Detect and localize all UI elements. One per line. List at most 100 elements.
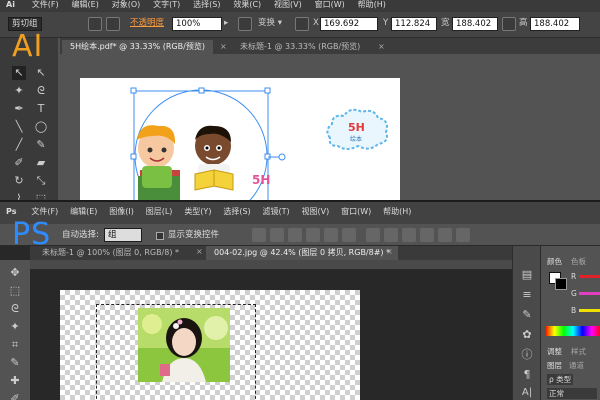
- styles-panel-tab[interactable]: 样式: [571, 346, 586, 357]
- ps-menu-layer[interactable]: 图层(L): [146, 202, 173, 222]
- x-input[interactable]: 169.692: [320, 17, 378, 31]
- ps-menu-filter[interactable]: 滤镜(T): [263, 202, 290, 222]
- history-icon[interactable]: ▤: [520, 268, 534, 282]
- ai-artboard[interactable]: 5H 5H 绘本: [80, 78, 400, 200]
- healing-brush-icon[interactable]: ✚: [8, 374, 22, 388]
- ellipse-tool-icon[interactable]: ◯: [34, 120, 48, 134]
- r-slider[interactable]: [579, 275, 600, 278]
- move-tool-icon[interactable]: ✥: [8, 266, 22, 280]
- ai-transform-link[interactable]: 变换 ▾: [258, 17, 282, 31]
- lasso-icon[interactable]: ᘓ: [34, 84, 48, 98]
- align-top-icon[interactable]: [252, 228, 266, 242]
- blob-brush-icon[interactable]: ✐: [12, 156, 26, 170]
- close-icon[interactable]: ×: [378, 42, 385, 51]
- brush-tool-icon[interactable]: ✎: [34, 138, 48, 152]
- distribute-top-icon[interactable]: [366, 228, 380, 242]
- crop-tool-icon[interactable]: ⌗: [8, 338, 22, 352]
- clone-source-icon[interactable]: ✿: [520, 328, 534, 342]
- distribute-left-icon[interactable]: [420, 228, 434, 242]
- g-slider[interactable]: [579, 292, 600, 295]
- align-left-icon[interactable]: [306, 228, 320, 242]
- isolate-group-icon[interactable]: [88, 17, 102, 31]
- brush-preset-icon[interactable]: ✎: [520, 308, 534, 322]
- b-slider[interactable]: [579, 309, 600, 312]
- ai-menu-object[interactable]: 对象(O): [112, 0, 141, 9]
- layer-kind-filter[interactable]: ρ 类型: [547, 374, 574, 385]
- magic-wand-icon[interactable]: ✦: [12, 84, 26, 98]
- distribute-right-icon[interactable]: [456, 228, 470, 242]
- scale-tool-icon[interactable]: ⤡: [34, 174, 48, 188]
- chevron-right-icon[interactable]: ▸: [224, 17, 228, 31]
- selection-tool-icon[interactable]: ↖: [12, 66, 26, 80]
- kids-reading-illustration[interactable]: 5H 5H 绘本: [80, 78, 400, 200]
- brush-tool-icon[interactable]: ✐: [8, 392, 22, 400]
- ai-tab-5h-pdf[interactable]: 5H绘本.pdf* @ 33.33% (RGB/预览): [62, 40, 213, 54]
- width-tool-icon[interactable]: ⌇: [12, 192, 26, 200]
- auto-select-dropdown[interactable]: 组: [104, 228, 142, 242]
- close-icon[interactable]: ×: [386, 247, 393, 256]
- ai-opacity-input[interactable]: 100%: [172, 17, 222, 31]
- free-transform-icon[interactable]: ⬚: [34, 192, 48, 200]
- ai-menu-type[interactable]: 文字(T): [153, 0, 180, 9]
- align-hcenter-icon[interactable]: [324, 228, 338, 242]
- align-icon[interactable]: [238, 17, 252, 31]
- ps-canvas-area[interactable]: [30, 270, 512, 400]
- background-color-swatch[interactable]: [555, 278, 567, 290]
- ps-tab-untitled[interactable]: 未标题-1 @ 100% (图层 0, RGB/8) *: [34, 246, 187, 260]
- ai-opacity-label[interactable]: 不透明度: [130, 17, 164, 31]
- lasso-tool-icon[interactable]: ᘓ: [8, 302, 22, 316]
- ai-tab-untitled[interactable]: 未标题-1 @ 33.33% (RGB/预览): [232, 40, 368, 54]
- channels-panel-tab[interactable]: 通道: [569, 360, 584, 371]
- ai-menu-edit[interactable]: 编辑(E): [72, 0, 99, 9]
- ai-menu-effect[interactable]: 效果(C): [233, 0, 261, 9]
- rotate-tool-icon[interactable]: ↻: [12, 174, 26, 188]
- ai-menu-file[interactable]: 文件(F): [32, 0, 59, 9]
- paragraph-icon[interactable]: ¶: [520, 368, 534, 382]
- color-spectrum-bar[interactable]: [545, 326, 600, 336]
- color-panel-tab[interactable]: 颜色: [547, 256, 562, 267]
- align-vcenter-icon[interactable]: [270, 228, 284, 242]
- girl-photo-layer[interactable]: [138, 308, 230, 382]
- ps-menu-type[interactable]: 类型(Y): [184, 202, 211, 222]
- swatches-panel-tab[interactable]: 色板: [571, 256, 586, 267]
- quick-select-icon[interactable]: ✦: [8, 320, 22, 334]
- link-proportions-icon[interactable]: [502, 17, 516, 31]
- align-bottom-icon[interactable]: [288, 228, 302, 242]
- distribute-hcenter-icon[interactable]: [438, 228, 452, 242]
- adjustments-panel-tab[interactable]: 调整: [547, 346, 562, 357]
- layers-panel-tab[interactable]: 图层: [547, 360, 562, 371]
- ai-menu-window[interactable]: 窗口(W): [315, 0, 345, 9]
- h-input[interactable]: 188.402: [530, 17, 580, 31]
- blend-mode-select[interactable]: 正常: [547, 388, 597, 399]
- show-transform-checkbox[interactable]: [156, 232, 164, 240]
- eraser-tool-icon[interactable]: ▰: [34, 156, 48, 170]
- y-input[interactable]: 112.824: [391, 17, 437, 31]
- direct-selection-icon[interactable]: ↖: [34, 66, 48, 80]
- ai-menu-help[interactable]: 帮助(H): [358, 0, 386, 9]
- close-icon[interactable]: ×: [196, 247, 203, 256]
- align-right-icon[interactable]: [342, 228, 356, 242]
- ps-menu-view[interactable]: 视图(V): [302, 202, 330, 222]
- reference-point-icon[interactable]: [295, 17, 309, 31]
- ai-menu-select[interactable]: 选择(S): [193, 0, 220, 9]
- info-icon[interactable]: ⓘ: [520, 348, 534, 362]
- pen-tool-icon[interactable]: ✒: [12, 102, 26, 116]
- ps-tab-004-02[interactable]: 004-02.jpg @ 42.4% (图层 0 拷贝, RGB/8#) *: [206, 246, 399, 260]
- type-tool-icon[interactable]: T: [34, 102, 48, 116]
- close-icon[interactable]: ×: [220, 42, 227, 51]
- ps-menu-help[interactable]: 帮助(H): [383, 202, 411, 222]
- edit-clip-icon[interactable]: [106, 17, 120, 31]
- w-input[interactable]: 188.402: [452, 17, 498, 31]
- eyedropper-icon[interactable]: ✎: [8, 356, 22, 370]
- marquee-tool-icon[interactable]: ⬚: [8, 284, 22, 298]
- ps-menu-edit[interactable]: 编辑(E): [70, 202, 97, 222]
- ps-document-canvas[interactable]: [60, 290, 360, 400]
- character-icon[interactable]: A|: [520, 386, 534, 400]
- properties-icon[interactable]: ≡: [520, 288, 534, 302]
- ps-menu-image[interactable]: 图像(I): [109, 202, 134, 222]
- ps-menu-select[interactable]: 选择(S): [223, 202, 250, 222]
- distribute-bottom-icon[interactable]: [402, 228, 416, 242]
- distribute-vcenter-icon[interactable]: [384, 228, 398, 242]
- pencil-tool-icon[interactable]: ╱: [12, 138, 26, 152]
- ps-menu-window[interactable]: 窗口(W): [341, 202, 371, 222]
